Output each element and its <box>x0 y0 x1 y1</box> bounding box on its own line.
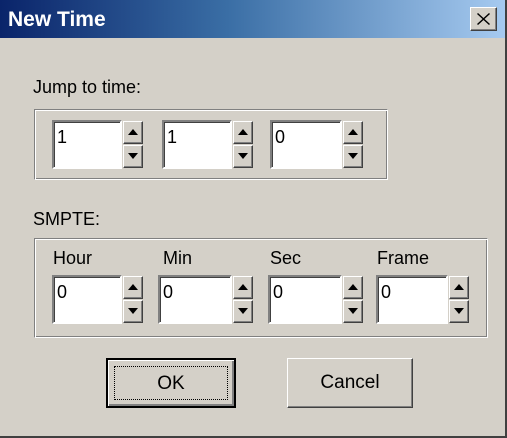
hour-down-button[interactable] <box>123 300 143 323</box>
sec-header: Sec <box>270 248 302 268</box>
min-down-button[interactable] <box>233 300 253 323</box>
cancel-button[interactable]: Cancel <box>287 358 413 408</box>
jump-field-3[interactable]: 0 <box>270 120 342 169</box>
focus-rectangle <box>114 366 228 400</box>
cancel-button-label: Cancel <box>320 372 380 393</box>
ok-button[interactable]: OK <box>106 358 236 408</box>
arrow-up-icon <box>348 129 358 135</box>
hour-header: Hour <box>53 248 93 268</box>
arrow-up-icon <box>238 284 248 290</box>
sec-down-button[interactable] <box>343 300 363 323</box>
jump-spinner-2: 1 <box>162 120 254 169</box>
arrow-down-icon <box>238 153 248 159</box>
arrow-down-icon <box>128 153 138 159</box>
min-up-button[interactable] <box>233 276 253 299</box>
frame-down-button[interactable] <box>449 300 469 323</box>
arrow-down-icon <box>454 308 464 314</box>
arrow-down-icon <box>128 308 138 314</box>
new-time-dialog: New Time Jump to time: 1 1 0 SMPTE: Hour… <box>0 0 507 438</box>
jump-3-up-button[interactable] <box>343 121 363 144</box>
jump-field-1[interactable]: 1 <box>52 120 122 169</box>
arrow-up-icon <box>128 284 138 290</box>
arrow-down-icon <box>348 308 358 314</box>
sec-spinner: 0 <box>268 275 368 324</box>
title-bar[interactable]: New Time <box>0 0 505 38</box>
jump-spinner-1: 1 <box>52 120 144 169</box>
frame-header: Frame <box>377 248 430 268</box>
smpte-label: SMPTE: <box>33 209 101 229</box>
sec-field[interactable]: 0 <box>268 275 342 324</box>
close-icon <box>477 13 490 25</box>
arrow-up-icon <box>238 129 248 135</box>
jump-field-2[interactable]: 1 <box>162 120 232 169</box>
frame-spinner: 0 <box>376 275 476 324</box>
frame-field[interactable]: 0 <box>376 275 448 324</box>
hour-field[interactable]: 0 <box>52 275 122 324</box>
jump-to-time-label: Jump to time: <box>33 77 142 97</box>
arrow-up-icon <box>128 129 138 135</box>
window-title: New Time <box>8 8 106 31</box>
sec-up-button[interactable] <box>343 276 363 299</box>
jump-spinner-3: 0 <box>270 120 370 169</box>
jump-3-down-button[interactable] <box>343 145 363 168</box>
jump-2-up-button[interactable] <box>233 121 253 144</box>
min-header: Min <box>163 248 193 268</box>
arrow-up-icon <box>454 284 464 290</box>
jump-2-down-button[interactable] <box>233 145 253 168</box>
close-button[interactable] <box>470 7 497 31</box>
min-spinner: 0 <box>158 275 258 324</box>
hour-up-button[interactable] <box>123 276 143 299</box>
frame-up-button[interactable] <box>449 276 469 299</box>
hour-spinner: 0 <box>52 275 144 324</box>
jump-1-up-button[interactable] <box>123 121 143 144</box>
arrow-down-icon <box>348 153 358 159</box>
jump-1-down-button[interactable] <box>123 145 143 168</box>
arrow-up-icon <box>348 284 358 290</box>
arrow-down-icon <box>238 308 248 314</box>
min-field[interactable]: 0 <box>158 275 232 324</box>
